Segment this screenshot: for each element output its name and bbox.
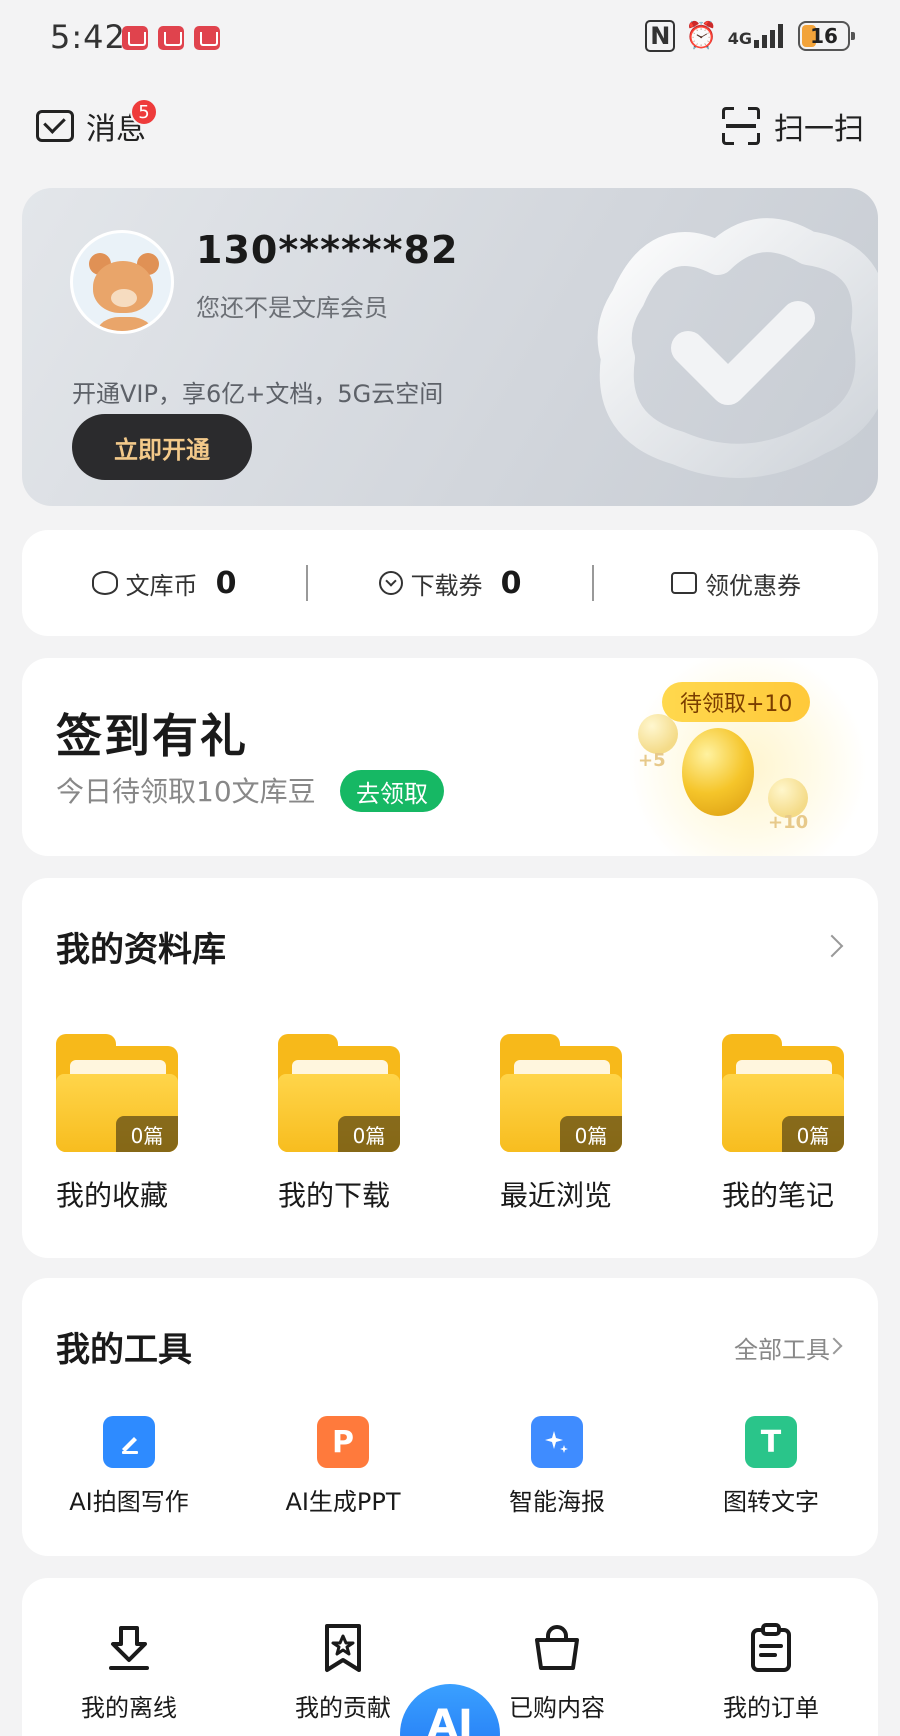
folder-notes[interactable]: 0篇 我的笔记 <box>722 1034 844 1214</box>
beans-illustration: 待领取+10 +5 +10 <box>618 658 878 856</box>
order-clipboard-icon <box>751 1623 791 1672</box>
chevron-right-icon[interactable] <box>820 934 844 958</box>
tool-smart-poster[interactable]: 智能海报 <box>450 1416 664 1517</box>
alarm-icon: ⏰ <box>685 21 718 51</box>
library-card: 我的资料库 0篇 我的收藏 0篇 我的下载 0篇 最近浏览 0篇 我的笔记 <box>22 878 878 1258</box>
folder-favorites[interactable]: 0篇 我的收藏 <box>56 1034 178 1214</box>
purchased-bag-icon <box>535 1625 579 1670</box>
coupon-icon <box>671 572 697 594</box>
folder-label: 我的收藏 <box>56 1179 169 1212</box>
claim-button[interactable]: 去领取 <box>340 770 444 812</box>
pending-reward-pill: 待领取+10 <box>662 682 811 722</box>
tool-ai-photo-write[interactable]: AI拍图写作 <box>22 1416 236 1517</box>
tools-title: 我的工具 <box>56 1330 192 1370</box>
open-vip-button[interactable]: 立即开通 <box>72 414 252 480</box>
coins-label: 文库币 <box>125 571 198 600</box>
folder-count: 0篇 <box>116 1116 178 1152</box>
reader-app-notification-icon <box>158 26 184 50</box>
reader-app-notification-icon <box>122 26 148 50</box>
folder-label: 我的笔记 <box>722 1179 835 1212</box>
tool-label: AI拍图写作 <box>69 1488 189 1516</box>
golden-bean-icon <box>682 728 754 816</box>
library-title: 我的资料库 <box>56 930 226 970</box>
purchased-label: 已购内容 <box>509 1694 605 1722</box>
battery-icon: 16 <box>798 21 855 51</box>
folder-label: 我的下载 <box>278 1179 391 1212</box>
username: 130******82 <box>196 228 459 272</box>
offline-label: 我的离线 <box>81 1694 177 1722</box>
tool-label: 图转文字 <box>723 1488 819 1516</box>
tickets-label: 下载券 <box>410 571 483 600</box>
signin-title: 签到有礼 <box>56 709 248 763</box>
folder-count: 0篇 <box>782 1116 844 1152</box>
folder-count: 0篇 <box>338 1116 400 1152</box>
messages-badge: 5 <box>130 98 158 126</box>
folder-label: 最近浏览 <box>500 1179 613 1212</box>
download-circle-icon <box>378 571 403 595</box>
folder-icon: 0篇 <box>722 1034 844 1152</box>
folder-icon: 0篇 <box>56 1034 178 1152</box>
all-tools-link[interactable]: 全部工具 <box>734 1330 830 1365</box>
coupon-link[interactable]: 领优惠券 <box>594 566 878 601</box>
scan-button[interactable]: 扫一扫 <box>722 104 864 148</box>
avatar[interactable] <box>70 230 174 334</box>
folder-icon: 0篇 <box>278 1034 400 1152</box>
orders-label: 我的订单 <box>723 1694 819 1722</box>
folder-downloads[interactable]: 0篇 我的下载 <box>278 1034 400 1214</box>
coin-stack-icon <box>91 571 118 595</box>
scan-label: 扫一扫 <box>774 112 864 147</box>
contribution-label: 我的贡献 <box>295 1694 391 1722</box>
tickets-value: 0 <box>500 565 522 601</box>
bonus-small: +5 <box>638 750 666 771</box>
envelope-icon <box>36 110 74 142</box>
offline-link[interactable]: 我的离线 <box>22 1622 236 1723</box>
coupon-label: 领优惠券 <box>705 571 801 600</box>
vip-promo-text: 开通VIP，享6亿+文档，5G云空间 <box>72 380 444 408</box>
image-to-text-icon: T <box>745 1416 797 1468</box>
folder-icon: 0篇 <box>500 1034 622 1152</box>
photo-write-icon <box>103 1416 155 1468</box>
status-time: 5:42 <box>50 18 126 56</box>
coins-value: 0 <box>215 565 237 601</box>
poster-icon <box>531 1416 583 1468</box>
offline-download-icon <box>109 1626 149 1670</box>
system-status-icons: N ⏰ 4G 16 <box>645 20 855 52</box>
tool-label: 智能海报 <box>509 1488 605 1516</box>
tools-card: 我的工具 全部工具 AI拍图写作 P AI生成PPT 智能海报 T 图转文字 <box>22 1278 878 1556</box>
signin-card[interactable]: 签到有礼 今日待领取10文库豆 去领取 待领取+10 +5 +10 <box>22 658 878 856</box>
contribution-icon <box>325 1624 361 1672</box>
tool-ai-ppt[interactable]: P AI生成PPT <box>236 1416 450 1517</box>
nfc-icon: N <box>645 20 676 52</box>
coins-stat[interactable]: 文库币 0 <box>22 566 306 601</box>
member-status: 您还不是文库会员 <box>196 294 388 322</box>
scan-icon <box>722 107 760 145</box>
reader-app-notification-icon <box>194 26 220 50</box>
account-stats-card: 文库币 0 下载券 0 领优惠券 <box>22 530 878 636</box>
vip-checkmark-decoration <box>597 218 878 478</box>
bean-icon <box>638 714 678 754</box>
signal-icon: 4G <box>728 24 788 48</box>
folder-count: 0篇 <box>560 1116 622 1152</box>
ppt-icon: P <box>317 1416 369 1468</box>
vip-card: 130******82 您还不是文库会员 开通VIP，享6亿+文档，5G云空间 … <box>22 188 878 506</box>
orders-link[interactable]: 我的订单 <box>664 1622 878 1723</box>
ai-button-label: AI <box>427 1702 473 1736</box>
download-tickets-stat[interactable]: 下载券 0 <box>308 566 592 601</box>
signin-subtitle: 今日待领取10文库豆 <box>56 775 316 808</box>
tool-image-to-text[interactable]: T 图转文字 <box>664 1416 878 1517</box>
folder-recent[interactable]: 0篇 最近浏览 <box>500 1034 622 1214</box>
tool-label: AI生成PPT <box>285 1488 401 1516</box>
bonus-large: +10 <box>768 812 809 833</box>
